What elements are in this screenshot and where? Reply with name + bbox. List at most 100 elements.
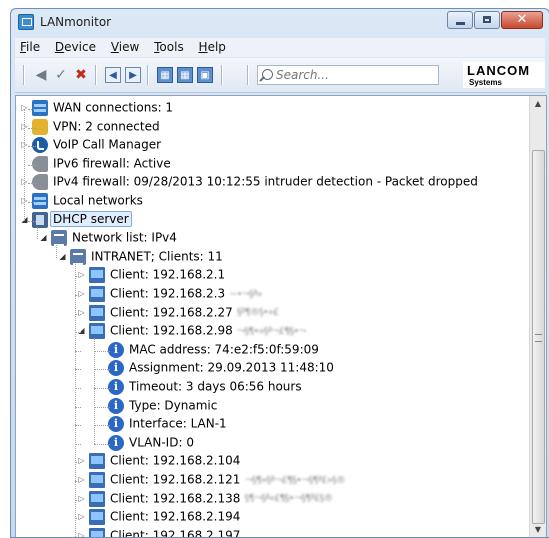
expand-arrow-icon[interactable]: ▷	[77, 268, 86, 282]
tree-node[interactable]: i Interface: LAN-1	[96, 416, 227, 434]
tree-node-label: VLAN-ID: 0	[129, 435, 194, 450]
voip-icon	[32, 137, 48, 154]
tree-node[interactable]: ▷ VoIP Call Manager	[20, 137, 161, 155]
tree-node[interactable]: ▷ Client: 192.168.2.1	[77, 267, 225, 285]
tree-node[interactable]: ◢ INTRANET; Clients: 11	[58, 248, 223, 267]
tree-node[interactable]: i VLAN-ID: 0	[96, 434, 194, 453]
back-icon[interactable]: ◀	[105, 67, 121, 83]
close-icon: ✕	[516, 12, 528, 27]
search-icon	[262, 69, 273, 80]
tree-connector-line	[28, 202, 36, 203]
tree-connector-line	[28, 183, 36, 185]
tree-node-label: Client: 192.168.2.27	[110, 305, 233, 320]
lanmonitor-app-icon[interactable]	[18, 14, 34, 30]
add-device-icon[interactable]: ◀	[33, 67, 49, 83]
remove-device-icon[interactable]: ✖	[73, 67, 89, 83]
scroll-down-icon[interactable]: ▼	[530, 522, 546, 537]
firewall-icon	[32, 174, 48, 191]
menu-tools[interactable]: Tools	[149, 38, 190, 54]
vertical-scrollbar[interactable]: ▲ ▼	[529, 96, 546, 537]
tree-connector-line	[94, 388, 110, 389]
tree-node[interactable]: ▷ IPv4 firewall: 09/28/2013 10:12:55 intr…	[20, 174, 478, 192]
tree-node[interactable]: i Timeout: 3 days 06:56 hours	[96, 379, 302, 397]
tree-pane[interactable]: ▷ WAN connections: 1 ▷ VPN: 2 connected ▷ VoI…	[15, 95, 547, 538]
collapse-arrow-icon[interactable]: ◢	[58, 250, 67, 264]
collapse-arrow-icon[interactable]: ◢	[77, 324, 86, 338]
search-box[interactable]	[257, 65, 439, 85]
tree-node-label: Client: 192.168.2.138	[110, 491, 241, 506]
toolbar-separator	[221, 65, 223, 85]
window-title: LANmonitor	[40, 15, 112, 29]
tree-node[interactable]: ▷ VPN: 2 connected	[20, 118, 160, 137]
menu-help[interactable]: Help	[194, 38, 232, 54]
expand-arrow-icon[interactable]: ▷	[77, 510, 86, 524]
menu-bar: File Device View Tools Help	[15, 38, 545, 57]
obscured-hostname: ¬§¶«§ª¬£¶§•¬§¶ª£»§®	[244, 474, 346, 486]
minimize-button[interactable]	[447, 11, 473, 29]
client-icon	[89, 453, 105, 470]
tree-connector-line	[24, 109, 25, 221]
device-tree[interactable]: ▷ WAN connections: 1 ▷ VPN: 2 connected ▷ VoI…	[16, 96, 532, 538]
scroll-up-icon[interactable]: ▲	[530, 96, 546, 112]
tree-connector-line	[75, 332, 81, 334]
menu-device[interactable]: Device	[50, 38, 102, 54]
title-bar[interactable]: LANmonitor ✕	[11, 9, 549, 37]
tree-connector-line	[75, 295, 81, 296]
tree-node[interactable]: ◢ Network list: IPv4	[39, 230, 177, 248]
expand-arrow-icon[interactable]: ▷	[77, 287, 86, 301]
menu-file[interactable]: File	[15, 38, 46, 54]
tree-connector-line	[75, 499, 81, 501]
tree-connector-line	[94, 369, 110, 371]
tree-node[interactable]: i MAC address: 74:e2:f5:0f:59:09	[96, 341, 319, 360]
grid-view-icon[interactable]: ▦	[177, 67, 193, 83]
expand-arrow-icon[interactable]: ▷	[77, 492, 86, 506]
menu-view[interactable]: View	[106, 38, 145, 54]
lancom-logo: LANCOM Systems	[463, 62, 545, 88]
tree-node-label: Timeout: 3 days 06:56 hours	[129, 379, 302, 394]
tree-connector-line	[28, 127, 36, 129]
tree-node[interactable]: ▷ Client: 192.168.2.104	[77, 453, 240, 471]
forward-icon[interactable]: ▶	[125, 67, 141, 83]
expand-arrow-icon[interactable]: ▷	[77, 454, 86, 468]
client-icon	[89, 490, 105, 507]
tree-node-label: Client: 192.168.2.104	[110, 453, 241, 468]
tree-node[interactable]: ▷ WAN connections: 1	[20, 100, 173, 118]
scroll-thumb[interactable]	[532, 150, 545, 524]
tree-node[interactable]: ◢ Client: 192.168.2.98 ¬§¶•»§ª¬£¶§•¬	[77, 323, 307, 341]
collapse-arrow-icon[interactable]: ◢	[39, 231, 48, 245]
network-icon	[32, 193, 48, 209]
check-device-icon[interactable]: ✓	[53, 67, 69, 83]
tree-node[interactable]: ▷ Local networks	[20, 193, 143, 211]
tree-node[interactable]: i Type: Dynamic	[96, 397, 217, 416]
info-icon: i	[108, 397, 124, 414]
minimize-icon	[456, 22, 465, 25]
tree-node[interactable]: i Assignment: 29.09.2013 11:48:10	[96, 360, 334, 378]
tree-node-label: MAC address: 74:e2:f5:0f:59:09	[129, 342, 319, 357]
tree-node[interactable]: IPv6 firewall: Active	[20, 155, 171, 174]
close-button[interactable]: ✕	[501, 11, 543, 29]
tree-connector-line	[28, 220, 36, 222]
tree-node-label: IPv6 firewall: Active	[53, 156, 171, 171]
obscured-hostname: §¶¬§ª«£¶§•¬§¶ª£§®	[244, 493, 333, 505]
device-info-icon[interactable]: ▦	[157, 67, 173, 83]
expand-arrow-icon[interactable]: ▷	[77, 306, 86, 320]
tree-connector-line	[75, 425, 81, 427]
maximize-button[interactable]	[474, 11, 500, 29]
tree-node[interactable]: ▷ Client: 192.168.2.27 §º¶®§•»£	[77, 304, 279, 323]
tree-node[interactable]: ▷ Client: 192.168.2.194	[77, 509, 240, 527]
tree-node[interactable]: ▷ Client: 192.168.2.121 ¬§¶«§ª¬£¶§•¬§¶ª£»§…	[77, 472, 346, 490]
tree-node-label: Client: 192.168.2.194	[110, 509, 241, 524]
tree-node[interactable]: ▷ Client: 192.168.2.197	[77, 527, 241, 538]
search-input[interactable]	[276, 67, 431, 83]
info-icon: i	[108, 341, 124, 358]
save-icon[interactable]: ▣	[197, 67, 213, 83]
tree-node[interactable]: ▷ Client: 192.168.2.138 §¶¬§ª«£¶§•¬§¶ª£§®	[77, 490, 333, 509]
expand-arrow-icon[interactable]: ▷	[77, 473, 86, 487]
network-icon	[32, 100, 48, 116]
tree-node[interactable]: ▷ Client: 192.168.2.3 ~•¬§ª»	[77, 286, 263, 304]
tree-node-label: Client: 192.168.2.197	[110, 528, 241, 538]
client-icon	[89, 323, 105, 340]
